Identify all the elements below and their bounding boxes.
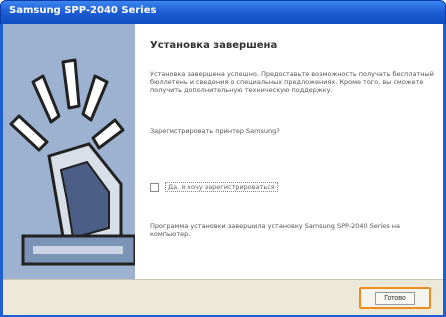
registration-question: Зарегистрировать принтер Samsung? — [150, 127, 280, 135]
finish-button-label: Готово — [375, 291, 415, 305]
register-checkbox-row[interactable]: Да, я хочу зарегистрироваться — [150, 181, 278, 193]
completion-text: Программа установки завершила установку … — [150, 222, 401, 238]
window-title: Samsung SPP-2040 Series — [9, 5, 157, 16]
register-checkbox[interactable] — [150, 182, 159, 192]
register-checkbox-label[interactable]: Да, я хочу зарегистрироваться — [165, 182, 278, 192]
printer-icon — [3, 24, 135, 279]
printer-illustration-panel — [3, 24, 135, 279]
finish-button[interactable]: Готово — [359, 287, 431, 309]
page-title: Установка завершена — [150, 40, 278, 51]
window-titlebar[interactable]: Samsung SPP-2040 Series — [0, 0, 446, 24]
description-text: Установка завершена успешно. Предоставьт… — [150, 70, 434, 94]
